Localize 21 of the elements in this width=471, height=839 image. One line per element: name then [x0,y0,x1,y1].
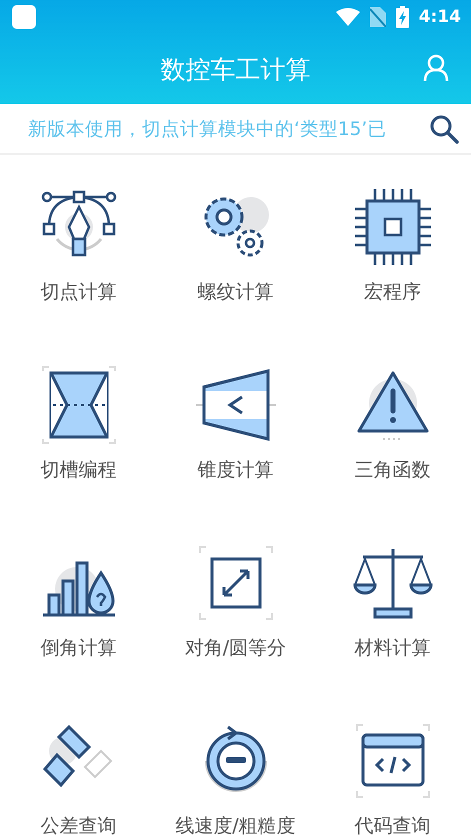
tool-tile[interactable]: 切点计算 [0,187,157,305]
app-title: 数控车工计算 [160,54,310,86]
chip-icon [352,187,432,267]
tool-tile[interactable]: 线速度/粗糙度 [157,721,314,839]
tool-tile[interactable]: 代码查询 [314,721,471,839]
app-icon [12,5,36,29]
tool-tile[interactable]: 倒角计算 [0,543,157,661]
tool-tile[interactable]: 对角/圆等分 [157,543,314,661]
tool-tile[interactable]: 切槽编程 [0,365,157,483]
search-button[interactable] [429,114,459,144]
tool-tile[interactable]: 三角函数 [314,365,471,483]
tool-tile[interactable]: 宏程序 [314,187,471,305]
clock-time: 4:14 [418,7,461,27]
notice-marquee: 新版本使用，切点计算模块中的‘类型15’已 [27,118,388,141]
tool-tile[interactable]: 材料计算 [314,543,471,661]
tool-tile[interactable]: 公差查询 [0,721,157,839]
wifi-icon [336,8,360,26]
no-sim-icon [370,7,386,27]
tool-tile[interactable]: 锥度计算 [157,365,314,483]
battery-charging-icon [396,6,409,28]
tool-tile[interactable]: 螺纹计算 [157,187,314,305]
